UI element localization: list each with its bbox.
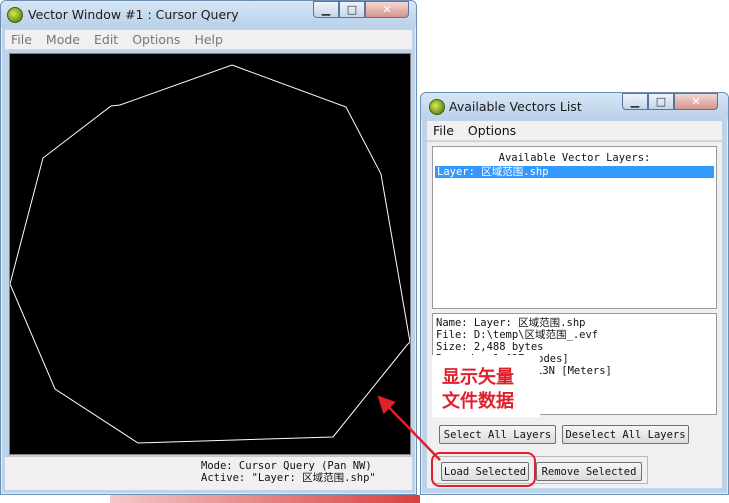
info-name: Name: Layer: 区域范围.shp [436,317,586,329]
available-vectors-body: Available Vector Layers: Layer: 区域范围.shp… [427,142,722,488]
maximize-button[interactable]: □ [648,93,674,110]
window-shadow-strip [110,495,420,503]
available-vectors-menubar: File Options [427,121,722,141]
info-file: File: D:\temp\区域范围_.evf [436,329,599,341]
menu-file[interactable]: File [5,32,40,47]
close-icon: ✕ [382,3,392,16]
available-vectors-title: Available Vectors List [449,99,582,114]
envi-app-icon [429,99,445,115]
vector-window-menubar: File Mode Edit Options Help [5,30,412,50]
menu-help[interactable]: Help [188,32,231,47]
maximize-icon: □ [346,3,358,16]
available-vectors-window: Available Vectors List ▁ □ ✕ File Option… [420,92,729,495]
deselect-all-layers-button[interactable]: Deselect All Layers [562,425,689,444]
menu-options[interactable]: Options [126,32,188,47]
available-vectors-titlebar[interactable]: Available Vectors List ▁ □ ✕ [421,93,728,119]
region-boundary-polygon [10,64,410,444]
vector-window-titlebar[interactable]: Vector Window #1 : Cursor Query ▁ □ ✕ [1,1,416,27]
annotation-line-1: 显示矢量 [442,367,514,388]
close-icon: ✕ [691,95,701,108]
vector-status-panel: Mode: Cursor Query (Pan NW) Active: "Lay… [5,456,412,490]
maximize-icon: □ [655,95,667,108]
annotation-line-2: 文件数据 [442,391,514,412]
close-button[interactable]: ✕ [365,1,409,18]
minimize-button[interactable]: ▁ [313,1,339,18]
menu-mode[interactable]: Mode [40,32,88,47]
load-selected-button[interactable]: Load Selected [441,462,529,481]
remove-selected-button[interactable]: Remove Selected [536,462,642,481]
list-heading: Available Vector Layers: [498,152,651,164]
minimize-button[interactable]: ▁ [622,93,648,110]
menu-edit[interactable]: Edit [88,32,126,47]
annotation-text: 显示矢量 文件数据 [442,366,514,414]
vector-polygon-svg [10,64,410,444]
vector-layers-listbox[interactable]: Available Vector Layers: Layer: 区域范围.shp [432,146,717,309]
vector-window-title: Vector Window #1 : Cursor Query [28,7,239,22]
status-mode-text: Mode: Cursor Query (Pan NW) [201,460,372,472]
menu-file[interactable]: File [427,123,462,138]
maximize-button[interactable]: □ [339,1,365,18]
status-active-text: Active: "Layer: 区域范围.shp" [201,472,376,484]
vector-display-canvas[interactable] [9,53,411,455]
info-size: Size: 2,488 bytes [436,341,544,353]
minimize-icon: ▁ [630,95,640,108]
envi-app-icon [7,7,23,23]
menu-options[interactable]: Options [462,123,524,138]
close-button[interactable]: ✕ [674,93,718,110]
list-item-selected-layer[interactable]: Layer: 区域范围.shp [435,166,714,178]
select-all-layers-button[interactable]: Select All Layers [439,425,556,444]
vector-window: Vector Window #1 : Cursor Query ▁ □ ✕ Fi… [0,0,417,495]
minimize-icon: ▁ [321,3,331,16]
